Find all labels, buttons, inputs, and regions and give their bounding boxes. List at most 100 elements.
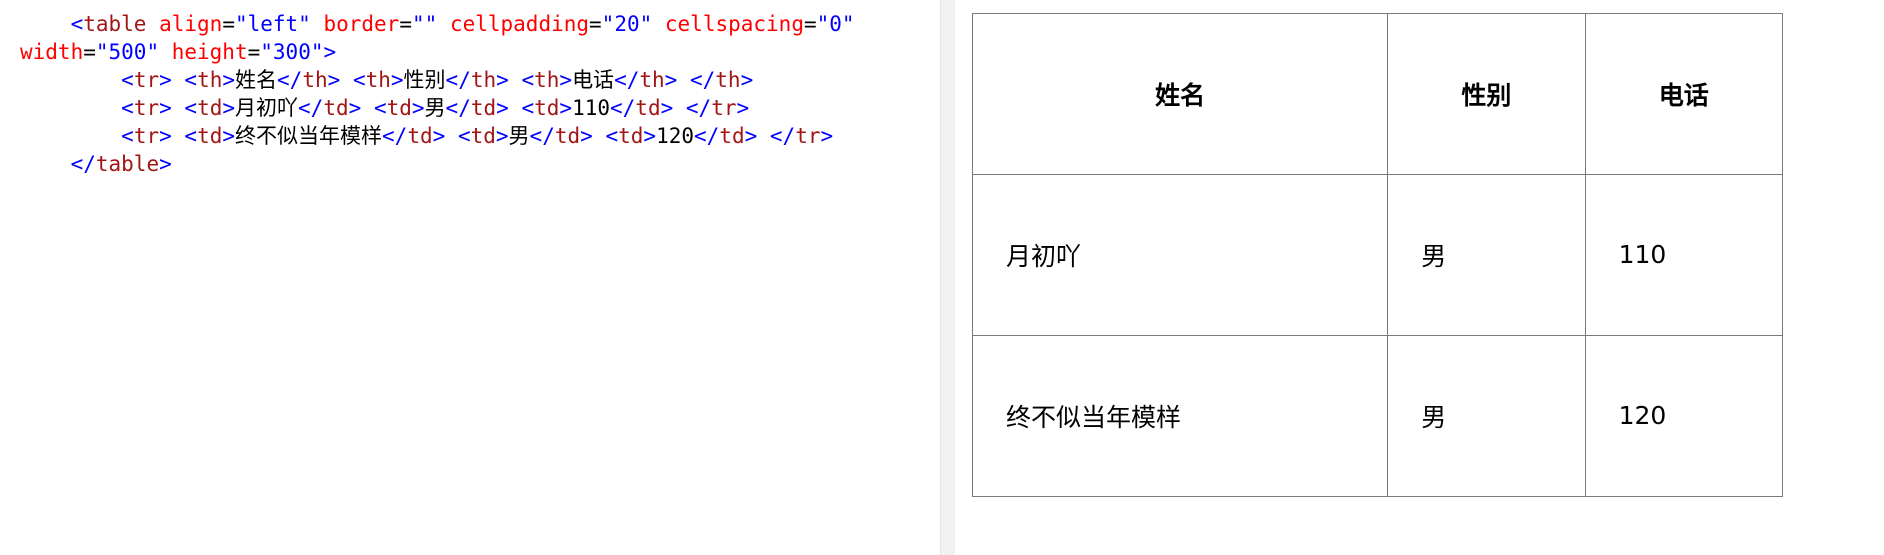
code-token: th [197, 68, 223, 92]
code-token: > [559, 96, 573, 120]
code-editor[interactable]: <table align="left" border="" cellpaddin… [0, 0, 940, 555]
code-token: < [373, 96, 387, 120]
preview-pane: 姓名 性别 电话 月初吖 男 110 终不似当年模样 男 120 [955, 0, 1884, 555]
code-token: 电话 [572, 68, 615, 92]
code-token: = [589, 12, 602, 36]
code-token: < [605, 124, 619, 148]
code-token: tr [133, 96, 160, 120]
code-token: td [386, 96, 412, 120]
code-token: = [83, 40, 96, 64]
code-token: > [580, 124, 593, 148]
code-token: </ [529, 124, 555, 148]
code-token: td [197, 96, 223, 120]
code-token: td [407, 124, 433, 148]
code-token: height [159, 40, 248, 64]
code-token: > [159, 124, 172, 148]
code-token: > [222, 96, 236, 120]
code-token: > [496, 96, 509, 120]
code-token: > [432, 124, 446, 148]
cell-gender: 男 [1387, 334, 1586, 498]
code-token: > [740, 68, 754, 92]
code-line[interactable]: </table> [20, 150, 172, 178]
code-token: td [618, 124, 644, 148]
code-token: </ [277, 68, 303, 92]
code-token: "" [412, 12, 438, 36]
code-line[interactable]: width="500" height="300"> [20, 38, 336, 66]
cell-phone: 110 [1584, 174, 1784, 336]
code-token: < [457, 124, 471, 148]
code-token: tr [711, 96, 737, 120]
code-token: > [496, 68, 509, 92]
code-token: 性别 [403, 68, 446, 92]
code-token: "20" [601, 12, 653, 36]
table-row: 月初吖 男 110 [971, 174, 1784, 336]
code-line[interactable]: <tr> <td>终不似当年模样</td> <td>男</td> <td>120… [20, 122, 833, 150]
code-token: </ [382, 124, 408, 148]
code-token: th [639, 68, 665, 92]
code-token: < [184, 96, 198, 120]
code-token: cellpadding [437, 12, 590, 36]
code-token: = [222, 12, 235, 36]
cell-name: 终不似当年模样 [971, 334, 1389, 498]
code-token: td [470, 124, 496, 148]
code-token: td [197, 124, 223, 148]
code-token: </ [445, 68, 471, 92]
code-token: </ [445, 96, 471, 120]
code-token: 姓名 [235, 68, 278, 92]
cell-gender: 男 [1387, 174, 1586, 336]
code-token: "300" [260, 40, 324, 64]
code-token: > [495, 124, 509, 148]
code-token: < [352, 68, 366, 92]
code-token: </ [689, 68, 716, 92]
code-token: > [736, 96, 750, 120]
code-token: </ [70, 152, 96, 176]
code-token: </ [694, 124, 720, 148]
code-token: > [222, 68, 236, 92]
code-token: > [559, 68, 573, 92]
code-line[interactable]: <tr> <th>姓名</th> <th>性别</th> <th>电话</th>… [20, 66, 753, 94]
code-line[interactable]: <tr> <td>月初吖</td> <td>男</td> <td>110</td… [20, 94, 749, 122]
cell-phone: 120 [1584, 334, 1784, 498]
code-token: < [121, 68, 134, 92]
code-token: </ [685, 96, 712, 120]
code-token: th [715, 68, 741, 92]
code-line[interactable]: <table align="left" border="" cellpaddin… [20, 10, 855, 38]
code-token: < [521, 96, 535, 120]
code-token: < [121, 124, 134, 148]
code-token: > [744, 124, 758, 148]
code-token: tr [133, 68, 160, 92]
code-token: </ [769, 124, 796, 148]
code-token: th [534, 68, 560, 92]
code-token: 终不似当年模样 [235, 124, 383, 148]
code-token: width [20, 40, 84, 64]
code-token: > [159, 96, 172, 120]
code-token: < [184, 68, 198, 92]
code-token: td [554, 124, 581, 148]
code-token: 男 [424, 96, 446, 120]
code-token: table [83, 12, 147, 36]
code-token: > [660, 96, 674, 120]
code-token: > [327, 68, 341, 92]
code-token: td [534, 96, 560, 120]
code-token: > [159, 152, 172, 176]
split-divider[interactable] [940, 0, 955, 555]
code-token: border [310, 12, 400, 36]
header-cell-gender: 性别 [1387, 12, 1586, 176]
code-token: < [70, 12, 84, 36]
code-token: th [365, 68, 391, 92]
code-token: = [803, 12, 817, 36]
code-token: 月初吖 [235, 96, 299, 120]
code-token: > [411, 96, 425, 120]
